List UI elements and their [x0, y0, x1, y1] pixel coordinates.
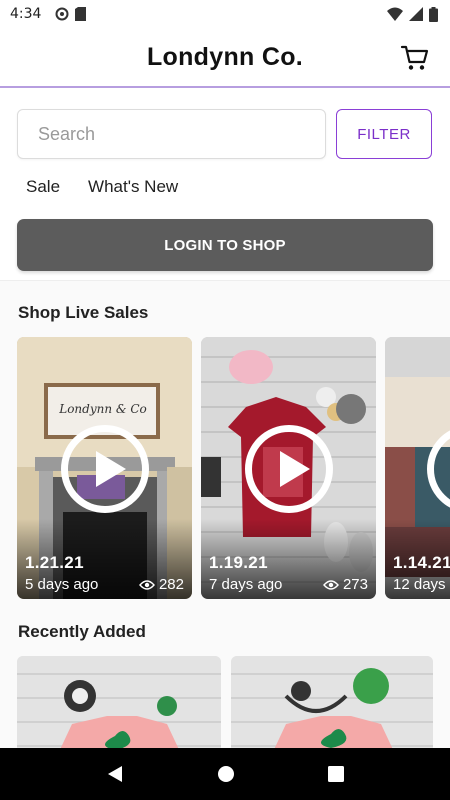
- recent-product-card[interactable]: [17, 656, 221, 756]
- product-thumbnail: [17, 656, 221, 756]
- back-icon[interactable]: [106, 765, 124, 783]
- category-links: Sale What's New: [26, 177, 178, 197]
- sign-text: Londynn & Co: [59, 402, 147, 416]
- play-icon[interactable]: [245, 425, 333, 513]
- home-icon[interactable]: [217, 765, 235, 783]
- live-sale-views: 282: [139, 576, 184, 593]
- live-sale-date: 1.21.21: [25, 553, 84, 572]
- recently-added-title: Recently Added: [18, 622, 146, 641]
- status-bar: 4:34: [0, 0, 450, 28]
- category-sale[interactable]: Sale: [26, 177, 60, 197]
- battery-icon: [429, 6, 438, 22]
- live-sale-views: 273: [323, 576, 368, 593]
- sim-card-icon: [75, 7, 87, 21]
- system-nav-bar: [0, 748, 450, 800]
- cell-signal-icon: [409, 7, 423, 21]
- live-sale-date: 1.19.21: [209, 553, 268, 572]
- live-sale-date: 1.14.21: [393, 553, 450, 572]
- filter-button[interactable]: FILTER: [336, 109, 432, 159]
- status-time: 4:34: [10, 6, 42, 22]
- live-sale-ago: 12 days ago: [393, 576, 450, 593]
- login-to-shop-button[interactable]: LOGIN TO SHOP: [17, 219, 433, 271]
- play-icon[interactable]: [61, 425, 149, 513]
- live-sale-ago: 7 days ago: [209, 576, 283, 593]
- sync-icon: [55, 7, 69, 21]
- search-input[interactable]: [17, 109, 326, 159]
- search-row: FILTER: [17, 109, 433, 159]
- cart-icon[interactable]: [400, 43, 430, 73]
- live-sale-view-count: 282: [158, 576, 184, 593]
- category-whats-new[interactable]: What's New: [88, 177, 178, 197]
- recents-icon[interactable]: [327, 766, 344, 782]
- app-header: Londynn Co.: [0, 28, 450, 88]
- live-sale-card[interactable]: 1.14.21 12 days ago: [385, 337, 450, 599]
- wifi-icon: [387, 7, 403, 21]
- live-sale-card[interactable]: 1.19.21 7 days ago 273: [201, 337, 376, 599]
- live-sales-title: Shop Live Sales: [18, 303, 149, 322]
- live-sale-ago: 5 days ago: [25, 576, 99, 593]
- live-sale-view-count: 273: [342, 576, 368, 593]
- brand-title: Londynn Co.: [146, 42, 304, 71]
- product-thumbnail: [231, 656, 433, 756]
- eye-icon: [323, 579, 339, 590]
- live-sale-card[interactable]: Londynn & Co 1.21.21 5 days ago 282: [17, 337, 192, 599]
- recent-product-card[interactable]: [231, 656, 433, 756]
- eye-icon: [139, 579, 155, 590]
